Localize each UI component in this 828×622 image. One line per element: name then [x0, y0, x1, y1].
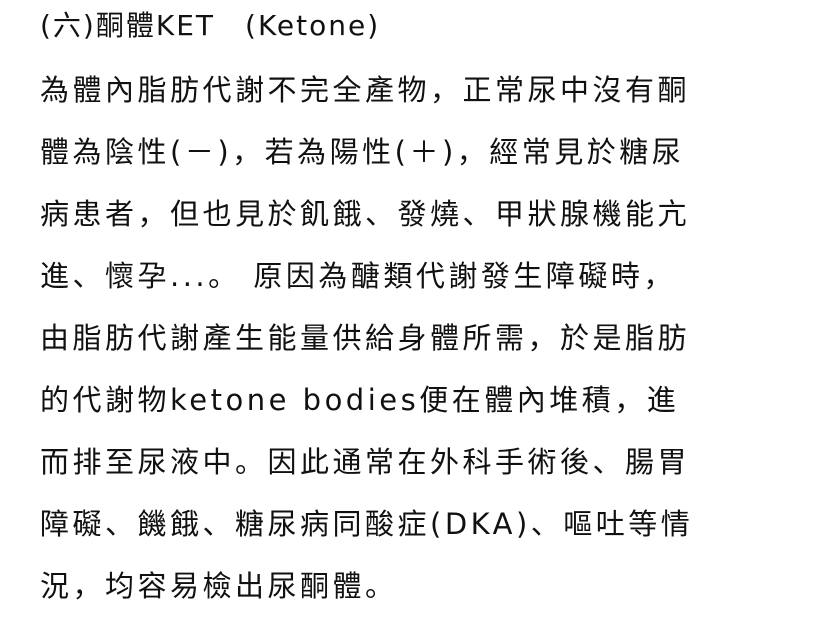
paragraph-line: 進、懷孕...。 原因為醣類代謝發生障礙時， — [40, 259, 676, 293]
section-heading: (六)酮體KET (Ketone) — [40, 6, 380, 46]
heading-title: (六)酮體KET — [40, 9, 216, 42]
paragraph-line: 為體內脂肪代謝不完全產物，正常尿中沒有酮 — [40, 73, 691, 107]
paragraph-line: 體為陰性(－)，若為陽性(＋)，經常見於糖尿 — [40, 135, 685, 169]
paragraph-line: 病患者，但也見於飢餓、發燒、甲狀腺機能亢 — [40, 197, 691, 231]
paragraph-line: 障礙、饑餓、糖尿病同酸症(DKA)、嘔吐等情 — [40, 507, 694, 541]
paragraph-line: 而排至尿液中。因此通常在外科手術後、腸胃 — [40, 445, 691, 479]
paragraph-line: 由脂肪代謝產生能量供給身體所需，於是脂肪 — [40, 321, 691, 355]
heading-subtitle: (Ketone) — [245, 9, 381, 42]
paragraph-line: 的代謝物ketone bodies便在體內堆積，進 — [40, 383, 680, 417]
paragraph-line: 況，均容易檢出尿酮體。 — [40, 569, 398, 603]
body-paragraph: 為體內脂肪代謝不完全產物，正常尿中沒有酮 體為陰性(－)，若為陽性(＋)，經常見… — [40, 64, 693, 622]
